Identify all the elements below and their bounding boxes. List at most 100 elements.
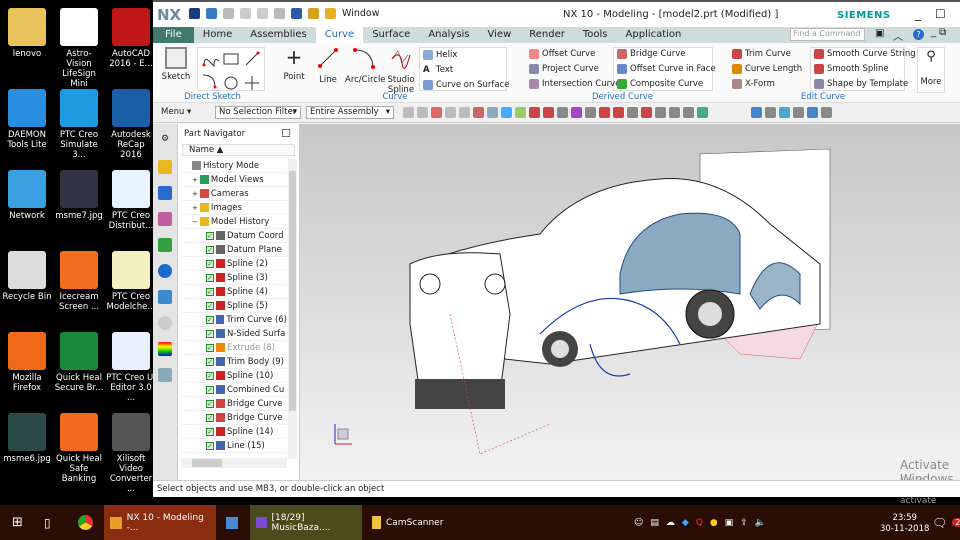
collapse-ribbon-icon[interactable]: ︿ (893, 28, 903, 43)
shape-by-template-button[interactable]: Shape by Template (814, 79, 908, 89)
toolbar-icon[interactable] (529, 107, 540, 118)
tree-item[interactable]: ✓ Line (15) (182, 439, 287, 453)
people-icon[interactable]: ☺ (634, 518, 643, 528)
maximize-button[interactable]: ☐ (935, 7, 946, 21)
tray-app-icon[interactable]: ▣ (725, 518, 734, 528)
visibility-checkbox[interactable]: ✓ (206, 427, 214, 436)
helix-button[interactable]: Helix (423, 50, 457, 60)
toolbar-icon[interactable] (599, 107, 610, 118)
tree-item[interactable]: ✓ Combined Cu (182, 383, 287, 397)
toolbar-icon[interactable] (403, 107, 414, 118)
tab-view[interactable]: View (479, 27, 521, 43)
toolbar-icon[interactable] (669, 107, 680, 118)
selection-filter-dropdown[interactable]: No Selection Filter ▾ (215, 106, 301, 119)
tree-item[interactable]: ✓ Spline (14) (182, 425, 287, 439)
toolbar-icon[interactable] (585, 107, 596, 118)
curve-gallery[interactable]: Helix A Text Curve on Surface (419, 47, 509, 91)
visibility-checkbox[interactable]: ✓ (206, 385, 214, 394)
desktop-icon[interactable]: PTC Creo Modelche... (106, 251, 156, 312)
tree-item[interactable]: + Images (182, 201, 287, 215)
cloud-icon[interactable]: ☁ (666, 518, 675, 528)
constraint-navigator-icon[interactable] (158, 186, 172, 200)
tree-item[interactable]: + Model Views (182, 173, 287, 187)
desktop-icon[interactable]: msme7.jpg (54, 170, 104, 221)
visibility-checkbox[interactable]: ✓ (206, 231, 214, 240)
repeat-icon[interactable] (308, 8, 319, 19)
toolbar-icon[interactable] (571, 107, 582, 118)
toolbar-icon[interactable] (487, 107, 498, 118)
paste-icon[interactable] (274, 8, 285, 19)
tree-item[interactable]: ✓ Datum Plane (182, 243, 287, 257)
bridge-curve-button[interactable]: Bridge Curve (617, 49, 686, 59)
desktop-icon[interactable]: Quick Heal Safe Banking (54, 413, 104, 484)
toolbar-icon[interactable] (683, 107, 694, 118)
taskbar-app-camscanner[interactable]: CamScanner (366, 505, 478, 540)
project-curve-button[interactable]: Project Curve (529, 64, 599, 74)
smooth-spline-button[interactable]: Smooth Spline (814, 64, 889, 74)
visibility-checkbox[interactable]: ✓ (206, 287, 214, 296)
visibility-checkbox[interactable]: ✓ (206, 413, 214, 422)
offset-curve-button[interactable]: Offset Curve (529, 49, 595, 59)
chrome-taskbar-icon[interactable] (72, 505, 93, 540)
tab-curve[interactable]: Curve (315, 27, 364, 43)
trim-curve-button[interactable]: Trim Curve (732, 49, 791, 59)
desktop-icon[interactable]: PTC Creo Simulate 3... (54, 89, 104, 160)
visibility-checkbox[interactable]: ✓ (206, 245, 214, 254)
sketch-button[interactable]: Sketch (159, 47, 193, 82)
desktop-icon[interactable]: Astro-Vision LifeSign Mini (54, 8, 104, 89)
visibility-checkbox[interactable]: ✓ (206, 343, 214, 352)
toolbar-icon[interactable] (751, 107, 762, 118)
notifications-button[interactable]: 🗨 2 (926, 505, 960, 540)
toolbar-icon[interactable] (501, 107, 512, 118)
tab-file[interactable]: File (153, 27, 194, 43)
window-icon[interactable] (325, 8, 336, 19)
navigator-vertical-scrollbar[interactable] (288, 159, 297, 459)
desktop-icon[interactable]: Autodesk ReCap 2016 (106, 89, 156, 160)
desktop-icon[interactable]: msme6.jpg (2, 413, 52, 464)
composite-curve-button[interactable]: Composite Curve (617, 79, 703, 89)
find-command-input[interactable]: Find a Command (790, 28, 865, 41)
tree-item[interactable]: ✓ Bridge Curve (182, 397, 287, 411)
toolbar-icon[interactable] (765, 107, 776, 118)
tree-item[interactable]: + Cameras (182, 187, 287, 201)
desktop-icon[interactable]: PTC Creo Distribut... (106, 170, 156, 231)
tree-item[interactable]: ✓ Trim Body (9) (182, 355, 287, 369)
studio-spline-button[interactable]: Studio Spline (385, 47, 417, 95)
toolbar-icon[interactable] (613, 107, 624, 118)
touch-mode-icon[interactable] (291, 8, 302, 19)
smooth-curve-string-button[interactable]: Smooth Curve String (814, 49, 916, 59)
info-icon[interactable] (158, 264, 172, 278)
offset-curve-in-face-button[interactable]: Offset Curve in Face (617, 64, 716, 74)
settings-icon[interactable]: ⚙ (158, 134, 172, 148)
taskbar-app-nx[interactable]: NX 10 - Modeling -... (104, 505, 216, 540)
tree-item[interactable]: ✓ Extrude (8) (182, 341, 287, 355)
visibility-checkbox[interactable]: ✓ (206, 357, 214, 366)
history-icon[interactable] (158, 316, 172, 330)
taskbar-app-installer[interactable] (220, 505, 238, 540)
tree-item[interactable]: ✓ Bridge Curve (182, 411, 287, 425)
start-button[interactable]: ⊞ (6, 505, 23, 540)
tab-tools[interactable]: Tools (574, 27, 617, 43)
toolbar-icon[interactable] (655, 107, 666, 118)
tree-item[interactable]: ✓ Spline (4) (182, 285, 287, 299)
name-column-header[interactable]: Name ▲ (182, 144, 295, 156)
desktop-icon[interactable]: Xilisoft Video Converter ... (106, 413, 156, 494)
arc-circle-button[interactable]: Arc/Circle (345, 47, 386, 85)
visibility-checkbox[interactable]: ✓ (206, 329, 214, 338)
redo-icon[interactable] (223, 8, 234, 19)
navigator-maximize-button[interactable]: ☐ (281, 127, 291, 140)
copy-icon[interactable] (257, 8, 268, 19)
tab-analysis[interactable]: Analysis (419, 27, 478, 43)
toolbar-icon[interactable] (697, 107, 708, 118)
network-icon[interactable]: ⇪ (740, 518, 748, 528)
visibility-checkbox[interactable]: ✓ (206, 441, 214, 450)
tab-surface[interactable]: Surface (363, 27, 419, 43)
point-button[interactable]: + Point (279, 47, 309, 82)
reuse-library-icon[interactable] (158, 238, 172, 252)
text-button[interactable]: A Text (423, 65, 453, 75)
tab-home[interactable]: Home (194, 27, 242, 43)
scope-dropdown[interactable]: Entire Assembly ▾ (306, 106, 394, 119)
tree-item[interactable]: ✓ Trim Curve (6) (182, 313, 287, 327)
palette-icon[interactable] (158, 342, 172, 356)
cut-icon[interactable] (240, 8, 251, 19)
